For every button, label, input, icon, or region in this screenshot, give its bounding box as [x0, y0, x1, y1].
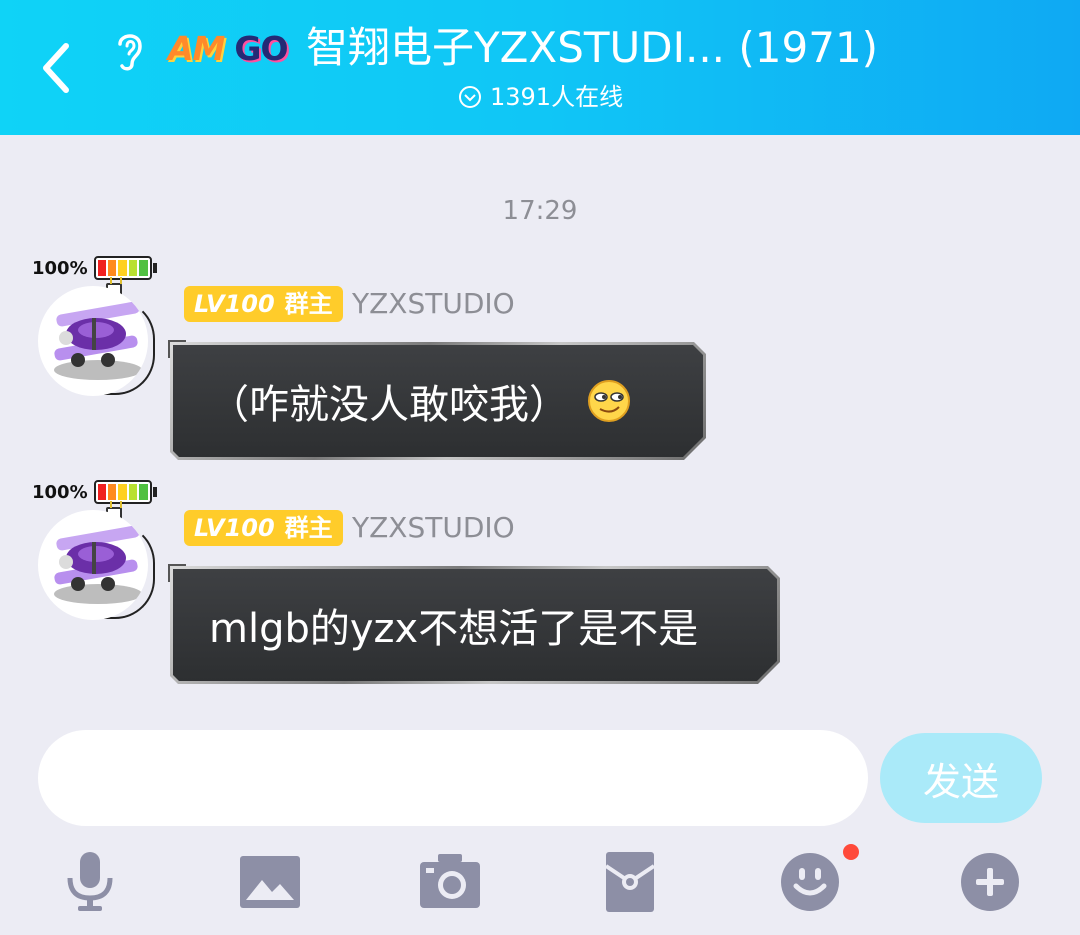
- battery-indicator: 100%: [32, 480, 157, 504]
- message-timestamp: 17:29: [502, 196, 578, 226]
- message-row: 100% LV100 群主 YZXSTUDIO （咋就没人敢咬我）: [0, 256, 1080, 481]
- battery-icon: [93, 256, 152, 280]
- message-row: 100% LV100 群主 YZXSTUDIO mlgb的yzx不想活了是不是: [0, 480, 1080, 705]
- chevron-down-circle-icon: [459, 86, 481, 108]
- sender-name[interactable]: YZXSTUDIO: [352, 510, 515, 546]
- message-bubble[interactable]: （咋就没人敢咬我）: [170, 342, 706, 460]
- online-count[interactable]: 1391人在线: [458, 82, 623, 112]
- brand-logo: AM GO: [168, 28, 289, 68]
- microphone-icon[interactable]: [58, 852, 122, 912]
- avatar[interactable]: [38, 286, 148, 396]
- camera-icon[interactable]: [418, 852, 482, 912]
- brand-logo-go: GO: [234, 28, 288, 68]
- chat-header: AM GO 智翔电子YZXSTUDI... (1971) 1391人在线: [0, 0, 1080, 135]
- battery-indicator: 100%: [32, 256, 157, 280]
- battery-percent: 100%: [32, 481, 88, 503]
- message-text: mlgb的yzx不想活了是不是: [209, 606, 699, 652]
- avatar[interactable]: [38, 510, 148, 620]
- level-badge: LV100 群主: [184, 286, 343, 322]
- notification-dot: [843, 844, 859, 860]
- group-title[interactable]: 智翔电子YZXSTUDI... (1971): [306, 22, 878, 74]
- emoji-icon[interactable]: [778, 852, 842, 912]
- level-label: LV100: [194, 290, 275, 318]
- biplane-avatar-icon: [54, 525, 142, 604]
- battery-icon: [93, 480, 152, 504]
- smirk-emoji-icon: [587, 379, 631, 423]
- message-input[interactable]: [38, 730, 868, 826]
- level-label: LV100: [194, 514, 275, 542]
- biplane-avatar-icon: [54, 301, 142, 380]
- ear-icon[interactable]: [110, 26, 150, 74]
- brand-logo-am: AM: [168, 28, 225, 68]
- battery-percent: 100%: [32, 257, 88, 279]
- message-bubble[interactable]: mlgb的yzx不想活了是不是: [170, 566, 780, 684]
- back-arrow-icon[interactable]: [38, 40, 78, 96]
- online-count-label: 1391人在线: [490, 83, 624, 111]
- role-label: 群主: [284, 290, 333, 318]
- message-text: （咋就没人敢咬我）: [209, 382, 569, 428]
- send-button[interactable]: 发送: [880, 733, 1042, 823]
- red-packet-icon[interactable]: [598, 852, 662, 912]
- image-icon[interactable]: [238, 852, 302, 912]
- role-label: 群主: [284, 514, 333, 542]
- sender-name[interactable]: YZXSTUDIO: [352, 286, 515, 322]
- plus-icon[interactable]: [958, 852, 1022, 912]
- level-badge: LV100 群主: [184, 510, 343, 546]
